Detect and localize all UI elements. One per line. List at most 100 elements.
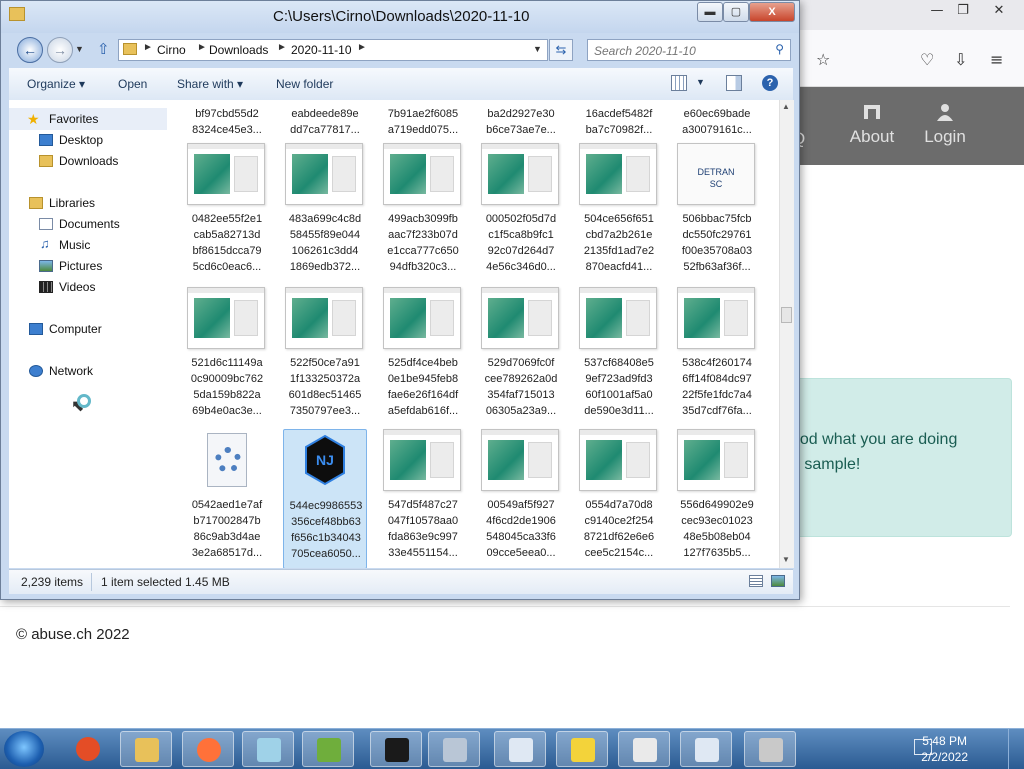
browser-maximize-button[interactable]: ❐ bbox=[950, 2, 976, 20]
file-name: 0482ee55f2e1 cab5a82713d bf8615dcca79 5c… bbox=[191, 213, 263, 273]
file-item[interactable]: 499acb3099fb aac7f233b07d e1cca777c650 9… bbox=[381, 143, 465, 283]
bookmark-star-icon[interactable]: ☆ bbox=[816, 50, 830, 69]
help-icon[interactable]: ? bbox=[762, 75, 778, 91]
taskbar-firefox-icon[interactable] bbox=[182, 731, 234, 767]
details-view-icon[interactable] bbox=[749, 575, 763, 587]
file-name-partial[interactable]: 7b91ae2f6085 a719edd075... bbox=[381, 106, 465, 138]
file-item[interactable]: 483a699c4c8d 58455f89e044 106261c3dd4 18… bbox=[283, 143, 367, 283]
breadcrumb-cirno[interactable]: Cirno bbox=[157, 43, 186, 57]
menu-icon[interactable]: ≡ bbox=[990, 50, 1003, 69]
nav-music[interactable]: Music bbox=[59, 238, 90, 252]
breadcrumb-separator-icon[interactable]: ► bbox=[357, 42, 367, 53]
up-arrow-icon[interactable]: ⇧ bbox=[97, 40, 110, 58]
nav-network[interactable]: Network bbox=[49, 364, 93, 378]
start-button[interactable] bbox=[4, 731, 44, 767]
back-button[interactable]: ← bbox=[17, 37, 43, 63]
file-name: 000502f05d7d c1f5ca8b9fc1 92c07d264d7 4e… bbox=[485, 213, 557, 273]
file-item[interactable]: 000502f05d7d c1f5ca8b9fc1 92c07d264d7 4e… bbox=[479, 143, 563, 283]
taskbar-window-icon[interactable] bbox=[494, 731, 546, 767]
breadcrumb-downloads[interactable]: Downloads bbox=[209, 43, 268, 57]
file-item[interactable]: 0482ee55f2e1 cab5a82713d bf8615dcca79 5c… bbox=[185, 143, 269, 283]
scroll-up-icon[interactable]: ▲ bbox=[782, 102, 790, 111]
taskbar-7zip-icon[interactable] bbox=[370, 731, 422, 767]
browser-close-button[interactable]: ✕ bbox=[986, 2, 1012, 20]
taskbar-notepad-icon[interactable] bbox=[242, 731, 294, 767]
taskbar-window-icon-2[interactable] bbox=[680, 731, 732, 767]
file-item[interactable]: 504ce656f651 cbd7a2b261e 2135fd1ad7e2 87… bbox=[577, 143, 661, 283]
file-name-partial[interactable]: bf97cbd55d2 8324ce45e3... bbox=[185, 106, 269, 138]
file-name-partial[interactable]: ba2d2927e30 b6ce73ae7e... bbox=[479, 106, 563, 138]
file-name-partial[interactable]: e60ec69bade a30079161c... bbox=[675, 106, 759, 138]
nav-desktop[interactable]: Desktop bbox=[59, 133, 103, 147]
change-view-icon[interactable] bbox=[671, 75, 687, 91]
nav-libraries[interactable]: Libraries bbox=[49, 196, 95, 210]
nav-favorites[interactable]: Favorites bbox=[49, 112, 98, 126]
file-name-partial[interactable]: eabdeede89e dd7ca77817... bbox=[283, 106, 367, 138]
preview-pane-icon[interactable] bbox=[726, 75, 742, 91]
show-desktop-button[interactable] bbox=[1008, 729, 1024, 769]
refresh-button[interactable]: ⇆ bbox=[549, 39, 573, 61]
clock[interactable]: 5:48 PM 2/2/2022 bbox=[921, 733, 968, 765]
share-with-button[interactable]: Share with ▾ bbox=[177, 77, 243, 91]
taskbar-document-icon[interactable] bbox=[618, 731, 670, 767]
vertical-scrollbar[interactable]: ▲ ▼ bbox=[779, 100, 794, 568]
file-item[interactable]: 525df4ce4beb 0e1be945feb8 fae6e26f164df … bbox=[381, 287, 465, 427]
file-item[interactable]: 0554d7a70d8 c9140ce2f254 8721df62e6e6 ce… bbox=[577, 429, 661, 568]
taskbar-chrome-icon[interactable] bbox=[62, 731, 114, 767]
maximize-button[interactable]: ▢ bbox=[723, 2, 749, 22]
taskbar-notepadpp-icon[interactable] bbox=[302, 731, 354, 767]
taskbar-shield-icon[interactable] bbox=[556, 731, 608, 767]
pocket-icon[interactable]: ♡ bbox=[920, 50, 934, 69]
scroll-down-icon[interactable]: ▼ bbox=[782, 555, 790, 564]
breadcrumb-separator-icon[interactable]: ► bbox=[143, 42, 153, 53]
recent-pages-icon[interactable]: ▼ bbox=[75, 44, 84, 54]
address-dropdown-icon[interactable]: ▼ bbox=[533, 44, 542, 54]
nav-computer[interactable]: Computer bbox=[49, 322, 102, 336]
file-item[interactable]: 556d649902e9 cec93ec01023 48e5b08eb04 12… bbox=[675, 429, 759, 568]
download-icon[interactable]: ⇩ bbox=[954, 50, 967, 69]
file-name: 537cf68408e5 9ef723ad9fd3 60f1001af5a0 d… bbox=[584, 357, 654, 417]
view-options-dropdown-icon[interactable]: ▼ bbox=[696, 77, 705, 87]
new-folder-button[interactable]: New folder bbox=[276, 77, 333, 91]
nav-documents[interactable]: Documents bbox=[59, 217, 120, 231]
browser-minimize-button[interactable]: — bbox=[924, 2, 950, 20]
scrollbar-thumb[interactable] bbox=[781, 307, 792, 323]
file-item[interactable]: 537cf68408e5 9ef723ad9fd3 60f1001af5a0 d… bbox=[577, 287, 661, 427]
file-item[interactable]: NJ 544ec9986553 356cef48bb63 f656c1b34043… bbox=[283, 429, 367, 568]
file-item[interactable]: 529d7069fc0f cee789262a0d 354faf715013 0… bbox=[479, 287, 563, 427]
file-name-partial[interactable]: 16acdef5482f ba7c70982f... bbox=[577, 106, 661, 138]
close-button[interactable]: X bbox=[749, 2, 795, 22]
file-item[interactable]: 522f50ce7a91 1f133250372a 601d8ec51465 7… bbox=[283, 287, 367, 427]
file-item[interactable]: 521d6c11149a 0c90009bc762 5da159b822a 69… bbox=[185, 287, 269, 427]
large-icons-view-icon[interactable] bbox=[771, 575, 785, 587]
package-icon bbox=[759, 738, 783, 762]
search-input[interactable] bbox=[592, 42, 766, 60]
open-button[interactable]: Open bbox=[118, 77, 147, 91]
file-item[interactable]: 0542aed1e7af b717002847b 86c9ab3d4ae 3e2… bbox=[185, 429, 269, 568]
site-navbar: Q About Login bbox=[790, 87, 1024, 165]
taskbar-package-icon[interactable] bbox=[744, 731, 796, 767]
minimize-button[interactable]: ▬ bbox=[697, 2, 723, 22]
detran-label: DETRAN SC bbox=[697, 167, 735, 189]
forward-button[interactable]: → bbox=[47, 37, 73, 63]
file-item[interactable]: 00549af5f927 4f6cd2de1906 548045ca33f6 0… bbox=[479, 429, 563, 568]
nav-videos[interactable]: Videos bbox=[59, 280, 95, 294]
search-icon[interactable]: ⚲ bbox=[775, 42, 784, 56]
address-bar[interactable]: ► Cirno ► Downloads ► 2020-11-10 ► ▼ bbox=[118, 39, 548, 61]
file-item[interactable]: 538c4f260174 6ff14f084dc97 22f5fe1fdc7a4… bbox=[675, 287, 759, 427]
file-item[interactable]: 547d5f487c27 047f10578aa0 fda863e9c997 3… bbox=[381, 429, 465, 568]
breadcrumb-separator-icon[interactable]: ► bbox=[277, 42, 287, 53]
window-titlebar[interactable]: C:\Users\Cirno\Downloads\2020-11-10 ▬ ▢ … bbox=[1, 1, 799, 33]
nav-pictures[interactable]: Pictures bbox=[59, 259, 102, 273]
organize-button[interactable]: Organize ▾ bbox=[27, 77, 85, 91]
nav-login[interactable]: Login bbox=[920, 103, 970, 147]
nav-about[interactable]: About bbox=[842, 103, 902, 147]
image-thumbnail-icon bbox=[481, 143, 559, 205]
breadcrumb-folder[interactable]: 2020-11-10 bbox=[291, 43, 352, 57]
search-box[interactable]: ⚲ bbox=[587, 39, 791, 61]
file-item[interactable]: DETRAN SC 506bbac75fcb dc550fc29761 f00e3… bbox=[675, 143, 759, 283]
taskbar-app-icon[interactable] bbox=[428, 731, 480, 767]
breadcrumb-separator-icon[interactable]: ► bbox=[197, 42, 207, 53]
nav-downloads[interactable]: Downloads bbox=[59, 154, 118, 168]
taskbar-explorer-icon[interactable] bbox=[120, 731, 172, 767]
